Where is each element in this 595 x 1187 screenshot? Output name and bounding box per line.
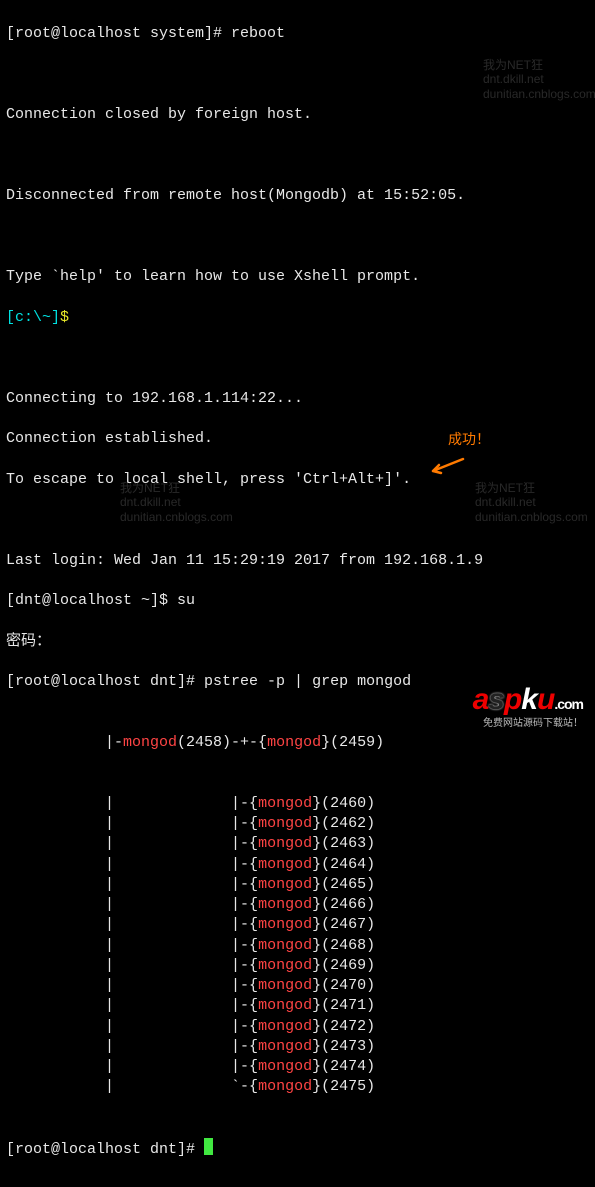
output-help: Type `help' to learn how to use Xshell p… (6, 267, 589, 287)
prompt: [root@localhost dnt]# (6, 673, 204, 690)
pstree-child: | |-{mongod}(2472) (6, 1017, 589, 1037)
password-prompt[interactable]: 密码： (6, 632, 589, 652)
blank-line (6, 146, 589, 166)
blank-line (6, 348, 589, 368)
pstree-child: | |-{mongod}(2468) (6, 936, 589, 956)
output-last-login: Last login: Wed Jan 11 15:29:19 2017 fro… (6, 551, 589, 571)
command: pstree -p | grep mongod (204, 673, 411, 690)
terminal: [root@localhost system]# reboot Connecti… (0, 0, 595, 1187)
prompt-line[interactable]: [root@localhost system]# reboot (6, 24, 589, 44)
pstree-root: |-mongod(2458)-+-{mongod}(2459) (6, 733, 589, 753)
process-name: mongod (258, 1018, 312, 1035)
command: reboot (231, 25, 285, 42)
process-name: mongod (123, 734, 177, 751)
xshell-prompt[interactable]: [c:\~]$ (6, 308, 589, 328)
xshell-prompt-dollar: $ (60, 309, 69, 326)
pstree-child: | |-{mongod}(2460) (6, 794, 589, 814)
success-annotation: 成功！ (448, 430, 490, 449)
prompt: [root@localhost dnt]# (6, 1141, 204, 1158)
process-name: mongod (258, 835, 312, 852)
cursor (204, 1138, 213, 1155)
process-name: mongod (258, 1078, 312, 1095)
process-name: mongod (258, 815, 312, 832)
pstree-child: | |-{mongod}(2471) (6, 996, 589, 1016)
output-connection-closed: Connection closed by foreign host. (6, 105, 589, 125)
process-name: mongod (267, 734, 321, 751)
prompt: [dnt@localhost ~]$ (6, 592, 177, 609)
pstree-child: | |-{mongod}(2466) (6, 895, 589, 915)
pstree-child: | |-{mongod}(2463) (6, 834, 589, 854)
xshell-prompt-path: [c:\~] (6, 309, 60, 326)
output-connecting: Connecting to 192.168.1.114:22... (6, 389, 589, 409)
process-name: mongod (258, 957, 312, 974)
process-name: mongod (258, 977, 312, 994)
command: su (177, 592, 195, 609)
process-name: mongod (258, 876, 312, 893)
output-disconnected: Disconnected from remote host(Mongodb) a… (6, 186, 589, 206)
process-name: mongod (258, 997, 312, 1014)
process-name: mongod (258, 1038, 312, 1055)
prompt-line[interactable]: [root@localhost dnt]# (6, 1138, 589, 1160)
output-established: Connection established. (6, 429, 589, 449)
pstree-child: | |-{mongod}(2462) (6, 814, 589, 834)
pstree-child: | |-{mongod}(2464) (6, 855, 589, 875)
pstree-child: | |-{mongod}(2473) (6, 1037, 589, 1057)
process-name: mongod (258, 916, 312, 933)
arrow-icon (427, 455, 465, 482)
pstree-child: | |-{mongod}(2467) (6, 915, 589, 935)
process-name: mongod (258, 937, 312, 954)
process-name: mongod (258, 795, 312, 812)
prompt-line[interactable]: [root@localhost dnt]# pstree -p | grep m… (6, 672, 589, 692)
process-name: mongod (258, 1058, 312, 1075)
pstree-child: | |-{mongod}(2474) (6, 1057, 589, 1077)
output-escape: To escape to local shell, press 'Ctrl+Al… (6, 470, 589, 490)
pstree-child: | |-{mongod}(2470) (6, 976, 589, 996)
pstree-child: | |-{mongod}(2465) (6, 875, 589, 895)
blank-line (6, 510, 589, 530)
process-name: mongod (258, 856, 312, 873)
pstree-child: | |-{mongod}(2469) (6, 956, 589, 976)
blank-line (6, 65, 589, 85)
prompt-line[interactable]: [dnt@localhost ~]$ su (6, 591, 589, 611)
process-name: mongod (258, 896, 312, 913)
pstree-child: | `-{mongod}(2475) (6, 1077, 589, 1097)
prompt: [root@localhost system]# (6, 25, 231, 42)
blank-line (6, 227, 589, 247)
